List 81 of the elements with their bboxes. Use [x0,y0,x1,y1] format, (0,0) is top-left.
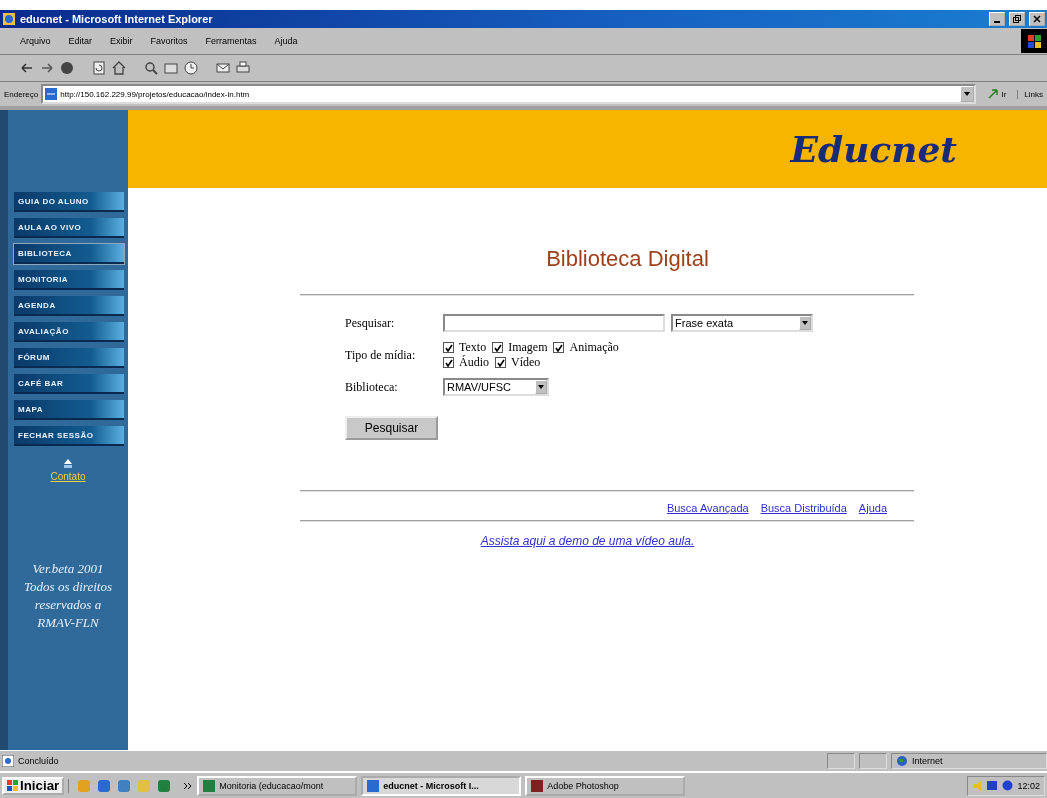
window-title: educnet - Microsoft Internet Explorer [20,13,213,25]
search-button[interactable]: Pesquisar [345,416,438,440]
arrow-icon [987,88,1000,100]
menu-item[interactable]: Editar [66,35,95,47]
go-button[interactable]: Ir [979,88,1015,100]
address-field[interactable]: http://150.162.229.99/projetos/educacao/index-in.htm [41,84,977,104]
nav-button[interactable]: FECHAR SESSÃO [14,426,124,446]
menu-item[interactable]: Arquivo [18,35,53,47]
back-arrow-icon[interactable] [20,61,34,75]
mode-dropdown[interactable]: Frase exata [671,314,813,332]
windows-logo-icon [7,780,18,791]
demo-link[interactable]: Assista aqui a demo de uma vídeo aula. [480,534,695,548]
status-pane [827,753,855,769]
start-button[interactable]: Iniciar [2,776,65,795]
nav-button[interactable]: AULA AO VIVO [14,218,124,238]
nav-button[interactable]: BIBLIOTECA [14,244,124,264]
site-logo: Educnet [790,128,957,170]
field-label: Biblioteca: [345,379,399,395]
checkbox-label: Animação [569,340,619,355]
field-label: Pesquisar: [345,315,396,331]
checkbox[interactable] [495,357,506,368]
check-icon [555,343,563,352]
clock-icon[interactable] [184,61,198,75]
printer-icon[interactable] [236,61,250,75]
nav-link[interactable]: Busca Distribuída [760,502,847,514]
forward-arrow-icon[interactable] [40,61,54,75]
chevron-icon [183,781,194,790]
nav-button[interactable]: FÓRUM [14,348,124,368]
close-icon [1033,15,1041,23]
restore-button[interactable] [1009,12,1025,26]
contact-link[interactable]: Contato [50,471,86,482]
checkbox[interactable] [492,342,504,353]
menu-item[interactable]: Exibir [108,35,135,47]
page-icon [45,88,58,100]
task-button[interactable]: Adobe Photoshop [525,775,686,796]
nav-button[interactable]: AGENDA [14,296,124,316]
checkbox-label: Texto [459,340,487,355]
checkbox[interactable] [443,342,454,353]
zone-text: Internet [912,756,943,766]
checkbox[interactable] [443,357,454,368]
flag-icon [1025,32,1043,50]
dropdown-arrow-icon [802,321,808,325]
menu-item[interactable]: Ajuda [272,35,300,47]
app-icon [531,779,544,792]
field-label: Tipo de mídia: [345,347,417,363]
nav-button[interactable]: GUIA DO ALUNO [14,192,124,212]
speaker-icon [972,780,984,791]
restore-icon [1013,15,1021,23]
checkbox-label: Áudio [459,355,489,370]
nav-button[interactable]: CAFÉ BAR [14,374,124,394]
dropdown-arrow-icon [538,385,544,389]
address-label: Endereço [4,89,39,99]
dropdown-arrow-icon [964,92,971,96]
home-icon[interactable] [112,61,126,75]
nav-link[interactable]: Ajuda [858,502,887,514]
status-pane [859,753,887,769]
checkbox[interactable] [553,342,565,353]
app-icon [367,779,380,792]
search-field[interactable] [443,314,665,332]
refresh-icon[interactable] [92,61,106,75]
copyright-note: Ver.beta 2001 Todos os direitos reservados a RMAV-FLN [23,560,113,632]
clock: 12:02 [1017,780,1040,791]
library-dropdown[interactable]: RMAV/UFSC [443,378,549,396]
app-icon [203,779,216,792]
task-button[interactable]: educnet - Microsoft I... [361,775,522,796]
status-text: Concluído [18,756,59,766]
menu-item[interactable]: Ferramentas [203,35,259,47]
minimize-button[interactable] [989,12,1005,26]
page-title: Biblioteca Digital [545,246,709,272]
checkbox-label: Imagem [508,340,548,355]
nav-button[interactable]: AVALIAÇÃO [14,322,124,342]
menu-item[interactable]: Favoritos [148,35,190,47]
nav-link[interactable]: Busca Avançada [666,502,749,514]
nav-button[interactable]: MAPA [14,400,124,420]
links-button[interactable]: Links [1017,89,1043,99]
stop-icon[interactable] [60,61,74,75]
nav-button[interactable]: MONITORIA [14,270,124,290]
close-button[interactable] [1029,12,1045,26]
task-button[interactable]: Monitoria (educacao/mont [197,775,358,796]
search-icon[interactable] [144,61,158,75]
checkbox-label: Vídeo [511,355,541,370]
